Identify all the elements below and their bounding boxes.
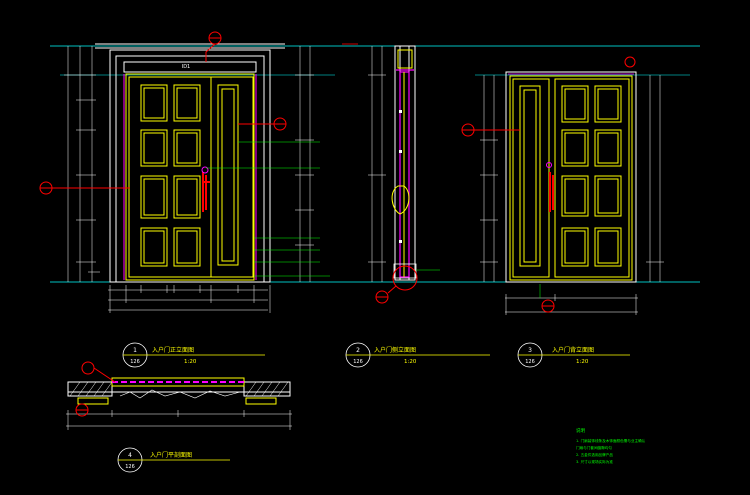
view-sheet: 126 (130, 359, 140, 365)
notes-heading: 说明 (576, 427, 585, 434)
view-scale: 1:20 (576, 359, 589, 365)
view-scale: 1:20 (404, 359, 417, 365)
view-title: 入户门背立面图 (552, 346, 594, 354)
view-sheet: 126 (353, 359, 363, 365)
note-line: 1. 门扇装饰线条及木饰面颜色需与业主确认 (576, 438, 646, 443)
cad-drawing: ID1 1 126 入户门正立面图 1:20 2 126 入户门侧立面图 1:2… (0, 0, 750, 495)
view-title: 入户门正立面图 (152, 346, 194, 354)
note-line: 2. 五金件选用品牌产品 (576, 452, 613, 457)
note-line: 3. 尺寸以现场实际为准 (576, 459, 613, 464)
door-code-label: ID1 (182, 64, 191, 70)
view-number: 2 (356, 347, 360, 354)
note-line: 门扇与门套间缝隙均匀 (576, 445, 612, 450)
view-scale: 1:20 (184, 359, 197, 365)
view-title: 入户门侧立面图 (374, 346, 416, 354)
view-sheet: 126 (125, 464, 135, 470)
view-title: 入户门平剖面图 (150, 451, 192, 459)
view-number: 1 (133, 347, 137, 354)
view-number: 4 (128, 452, 132, 459)
view-number: 3 (528, 347, 532, 354)
view-sheet: 126 (525, 359, 535, 365)
